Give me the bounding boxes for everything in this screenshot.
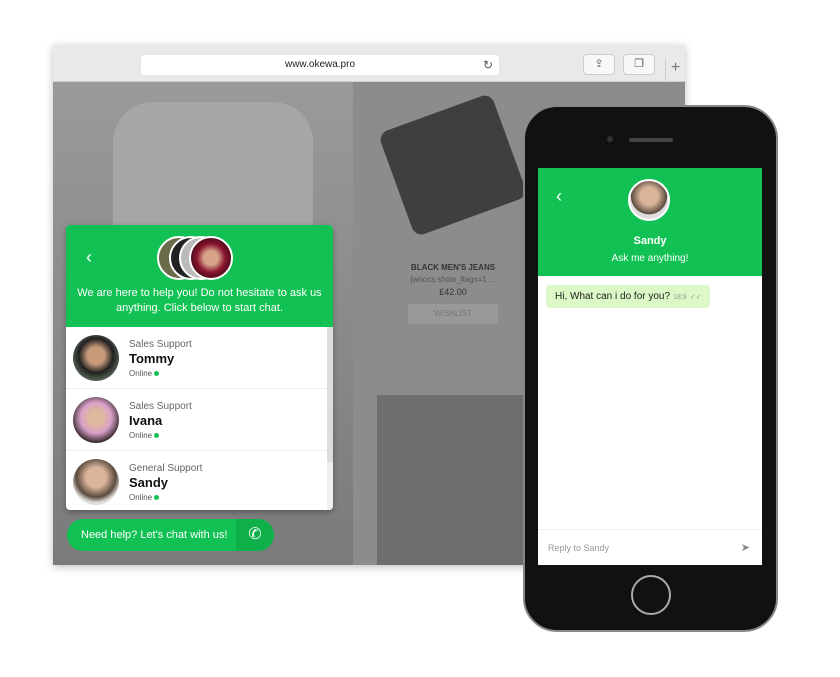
status-badge: Online: [129, 431, 160, 440]
send-icon[interactable]: ➤: [741, 530, 750, 566]
status-badge: Online: [129, 369, 160, 378]
status-badge: Online: [129, 493, 160, 502]
avatar: [73, 397, 119, 443]
agent-item[interactable]: Sales Support Tommy Online: [66, 327, 333, 389]
whatsapp-icon: ✆: [236, 519, 274, 551]
product-image: [377, 395, 537, 565]
product-image: [377, 92, 529, 238]
browser-toolbar: www.okewa.pro ↻ ⇪ ❐ +: [53, 45, 685, 82]
agent-item[interactable]: General Support Sandy Online: [66, 451, 333, 510]
widget-header: ‹ We are here to help you! Do not hesita…: [66, 225, 333, 327]
new-tab-button[interactable]: +: [665, 59, 685, 81]
agent-item[interactable]: Sales Support Ivana Online: [66, 389, 333, 451]
message-bubble: Hi, What can i do for you? 18:9 ✓✓: [546, 285, 711, 308]
speaker: [629, 138, 673, 142]
product-card: BLACK MEN'S JEANS [woocs show_flags=1 ..…: [393, 263, 513, 324]
chat-widget: ‹ We are here to help you! Do not hesita…: [66, 225, 333, 510]
camera-icon: [607, 136, 613, 142]
wishlist-button[interactable]: WISHLIST: [408, 304, 498, 324]
home-button[interactable]: [631, 575, 671, 615]
back-icon[interactable]: ‹: [556, 186, 562, 207]
chat-header: ‹ Sandy Ask me anything!: [538, 168, 762, 276]
read-check-icon: ✓✓: [689, 294, 702, 301]
share-icon[interactable]: ⇪: [583, 54, 615, 75]
address-bar[interactable]: www.okewa.pro ↻: [141, 55, 499, 75]
tabs-icon[interactable]: ❐: [623, 54, 655, 75]
back-icon[interactable]: ‹: [86, 247, 92, 268]
avatar: [73, 459, 119, 505]
chat-launcher-button[interactable]: Need help? Let's chat with us! ✆: [67, 519, 274, 551]
agent-avatars: [157, 236, 237, 282]
avatar: [73, 335, 119, 381]
scrollbar[interactable]: [327, 327, 333, 510]
reload-icon[interactable]: ↻: [483, 55, 493, 75]
chat-screen: ‹ Sandy Ask me anything! Hi, What can i …: [538, 168, 762, 565]
avatar: [628, 179, 670, 221]
reply-input[interactable]: Reply to Sandy ➤: [538, 529, 762, 565]
